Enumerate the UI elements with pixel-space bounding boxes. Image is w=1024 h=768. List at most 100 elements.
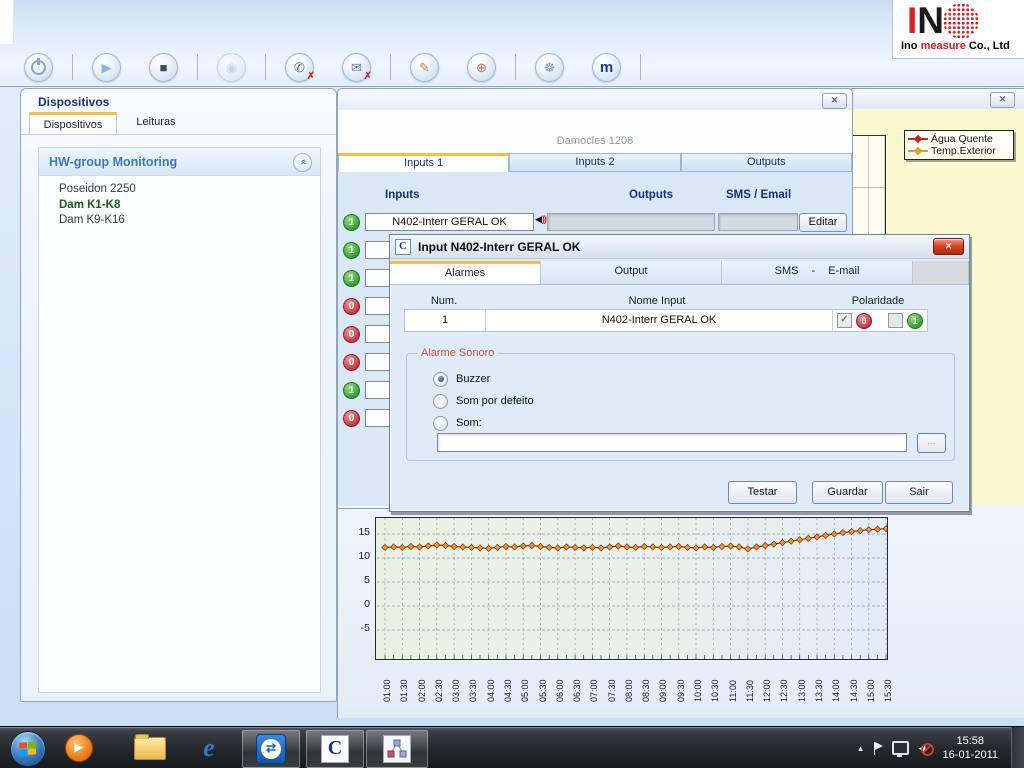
sair-button[interactable]: Sair — [885, 481, 953, 504]
editar-button[interactable]: Editar — [799, 213, 847, 232]
app-c-icon: C — [395, 239, 411, 255]
network-status-icon[interactable] — [892, 741, 909, 755]
testar-button[interactable]: Testar — [728, 481, 797, 504]
taskbar-network-app[interactable] — [366, 730, 428, 768]
x-axis-tick-label: 08:30 — [641, 664, 651, 702]
radio-option[interactable]: Som por defeito — [433, 390, 534, 412]
legend: Água QuenteTemp.Exterior — [904, 130, 1014, 160]
phone-cancel-icon[interactable]: ✆✗ — [285, 53, 314, 82]
stop-icon[interactable]: ■ — [149, 53, 178, 82]
radio-option[interactable]: Buzzer — [433, 368, 534, 390]
network-diagram-icon — [383, 735, 411, 763]
device-item[interactable]: Poseidon 2250 — [59, 182, 320, 198]
radio-group: BuzzerSom por defeito Som: — [433, 368, 534, 434]
taskbar-wmp[interactable]: ▶ — [60, 730, 98, 766]
collapse-chevron-icon[interactable]: « — [293, 153, 312, 172]
radio-button[interactable] — [433, 394, 448, 409]
company-logo: I N Ino measure Co., Ltd — [892, 0, 1024, 59]
table-row: 1 N402-Interr GERAL OK ✓ 0 1 — [404, 309, 928, 332]
x-axis-tick-label: 07:30 — [607, 664, 617, 702]
toolbar-separator — [640, 54, 641, 80]
tab-leituras[interactable]: Leituras — [116, 112, 196, 133]
toolbar: ▶ ■ ◉ ✆✗ ✉✗ ✎ ⊕ ☸ m — [10, 50, 646, 84]
x-axis-tick-label: 02:00 — [417, 664, 427, 702]
tray-expand-icon[interactable]: ▲ — [857, 744, 865, 753]
network-icon[interactable]: ☸ — [535, 53, 564, 82]
device-item[interactable]: Dam K9-K16 — [59, 213, 320, 229]
toolbar-separator — [72, 54, 73, 80]
taskbar-explorer[interactable] — [130, 730, 170, 766]
tab-inputs-1[interactable]: Inputs 1 — [338, 153, 509, 172]
desktop: ▶ ■ ◉ ✆✗ ✉✗ ✎ ⊕ ☸ m I N Ino measure Co., Ltd ✕ Á… — [0, 0, 1024, 768]
dialog-title: Input N402-Interr GERAL OK — [418, 240, 580, 254]
toolbar-separator — [390, 54, 391, 80]
input-state-indicator: 1 — [343, 270, 360, 287]
device-group-title: HW-group Monitoring — [49, 155, 177, 169]
radio-button[interactable] — [433, 372, 448, 387]
x-axis-tick-label: 11:00 — [728, 664, 738, 702]
legend-marker-icon — [908, 150, 928, 152]
tab-alarmes[interactable]: Alarmes — [390, 261, 541, 284]
input-name-field[interactable]: N402-Interr GERAL OK — [365, 213, 534, 231]
guardar-button[interactable]: Guardar — [812, 481, 883, 504]
tab-sms-email[interactable]: SMS - E-mail — [722, 261, 913, 284]
toolbar-separator — [197, 54, 198, 80]
radio-label: Som: — [456, 417, 482, 429]
logo-letters: I N — [907, 2, 979, 40]
chevron-glyph: « — [295, 159, 311, 165]
power-icon[interactable] — [24, 53, 53, 82]
radio-option[interactable]: Som: — [433, 412, 534, 434]
x-axis-tick-label: 02:30 — [434, 664, 444, 702]
c-app-icon: C — [321, 735, 349, 763]
legend-entry: Temp.Exterior — [908, 145, 1010, 157]
input-state-indicator: 1 — [343, 242, 360, 259]
input-state-indicator: 0 — [343, 326, 360, 343]
legend-entry: Água Quente — [908, 133, 1010, 145]
ball-icon[interactable]: ⊕ — [467, 53, 496, 82]
x-axis-tick-label: 10:00 — [693, 664, 703, 702]
play-icon[interactable]: ▶ — [92, 53, 121, 82]
row-number-cell: 1 — [405, 310, 486, 331]
device-item[interactable]: Dam K1-K8 — [59, 198, 320, 214]
browse-button[interactable]: ... — [917, 433, 946, 453]
close-icon[interactable]: ✕ — [822, 93, 847, 109]
tab-output[interactable]: Output — [541, 261, 722, 284]
legend-label: Água Quente — [931, 133, 993, 145]
logo-caption: Ino measure Co., Ltd — [901, 40, 1010, 52]
volume-muted-icon[interactable]: ◀ — [918, 740, 934, 756]
hand-icon[interactable]: ◉ — [217, 53, 246, 82]
close-icon[interactable]: ✕ — [990, 92, 1015, 108]
script-icon[interactable]: ✎ — [410, 53, 439, 82]
y-axis-tick-label: 5 — [346, 574, 370, 587]
speaker-waves: )) — [542, 214, 546, 224]
toolbar-separator — [265, 54, 266, 80]
close-icon[interactable]: ✕ — [933, 238, 964, 255]
tab-inputs-2[interactable]: Inputs 2 — [509, 153, 680, 172]
tab-dispositivos[interactable]: Dispositivos — [29, 112, 117, 134]
media-player-icon: ▶ — [65, 734, 93, 762]
x-axis-tick-label: 01:30 — [399, 664, 409, 702]
x-axis-tick-label: 08:00 — [624, 664, 634, 702]
x-axis-tick-label: 13:00 — [797, 664, 807, 702]
taskbar-c-app[interactable]: C — [306, 730, 364, 768]
input-row-1: 1 N402-Interr GERAL OK ◀)) Editar — [338, 213, 852, 231]
m-icon[interactable]: m — [592, 53, 621, 82]
clock[interactable]: 15:58 16-01-2011 — [943, 734, 998, 762]
show-desktop-button[interactable] — [1011, 727, 1024, 768]
radio-button[interactable] — [433, 416, 448, 431]
sound-path-input[interactable] — [437, 433, 907, 452]
y-axis-tick-label: 15 — [346, 526, 370, 539]
clock-date: 16-01-2011 — [943, 748, 998, 762]
device-model-label: Damocles 1208 — [338, 135, 852, 147]
action-center-flag-icon[interactable] — [874, 742, 883, 755]
logo-letter-n: N — [917, 4, 942, 38]
x-axis-tick-label: 01:00 — [382, 664, 392, 702]
start-button[interactable] — [10, 731, 46, 767]
tab-outputs[interactable]: Outputs — [681, 153, 852, 172]
mail-cancel-icon[interactable]: ✉✗ — [342, 53, 371, 82]
caption-part: Co., Ltd — [966, 40, 1010, 52]
taskbar-ie[interactable]: e — [190, 730, 228, 766]
polarity-checkbox-checked[interactable]: ✓ — [837, 313, 852, 328]
taskbar-teamviewer[interactable]: ⇄ — [242, 730, 300, 768]
polarity-checkbox-unchecked[interactable] — [888, 313, 903, 328]
